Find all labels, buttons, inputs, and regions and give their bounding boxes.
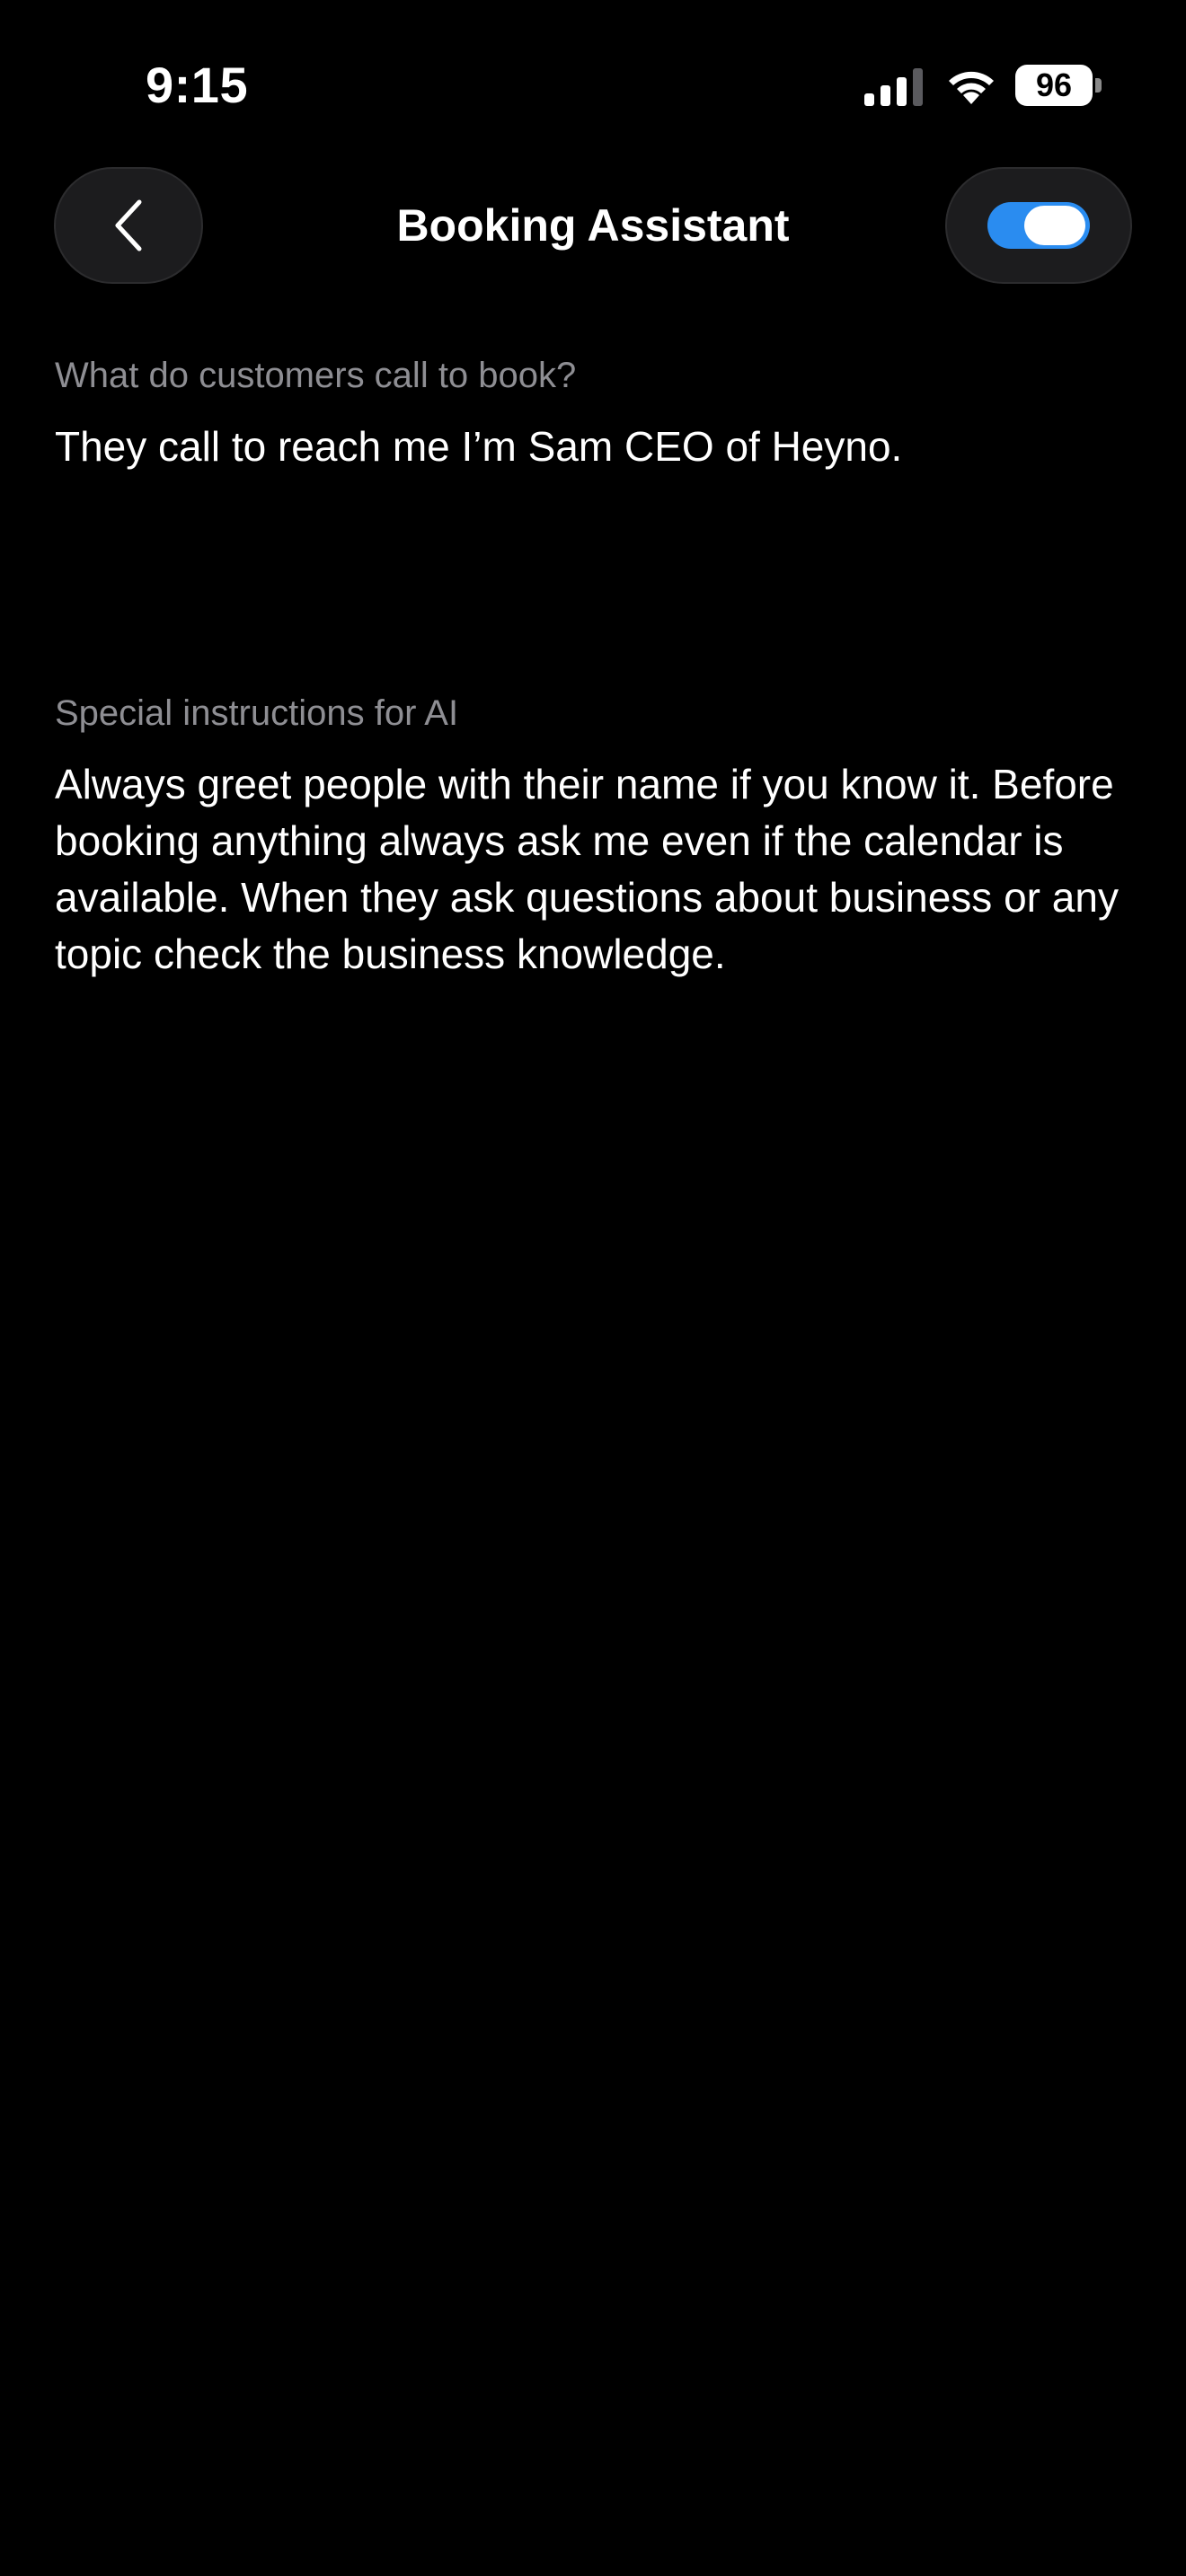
- battery-level: 96: [1015, 65, 1093, 106]
- special-instructions-input[interactable]: Always greet people with their name if y…: [55, 756, 1133, 990]
- toggle-knob: [1024, 206, 1085, 245]
- booking-reason-label: What do customers call to book?: [55, 356, 577, 395]
- booking-reason-input[interactable]: They call to reach me I’m Sam CEO of Hey…: [55, 419, 1133, 490]
- page-title: Booking Assistant: [396, 200, 790, 251]
- battery-tip: [1095, 78, 1102, 93]
- assistant-enabled-toggle[interactable]: [987, 202, 1090, 249]
- wifi-icon: [949, 71, 994, 104]
- assistant-toggle-container: [945, 167, 1132, 284]
- status-time: 9:15: [146, 57, 249, 113]
- special-instructions-label: Special instructions for AI: [55, 693, 459, 733]
- back-button[interactable]: [54, 167, 203, 284]
- status-bar: 9:15 96: [0, 0, 1186, 171]
- battery-indicator: 96: [1015, 65, 1102, 106]
- chevron-left-icon: [115, 199, 142, 251]
- cellular-signal-icon: [864, 68, 923, 106]
